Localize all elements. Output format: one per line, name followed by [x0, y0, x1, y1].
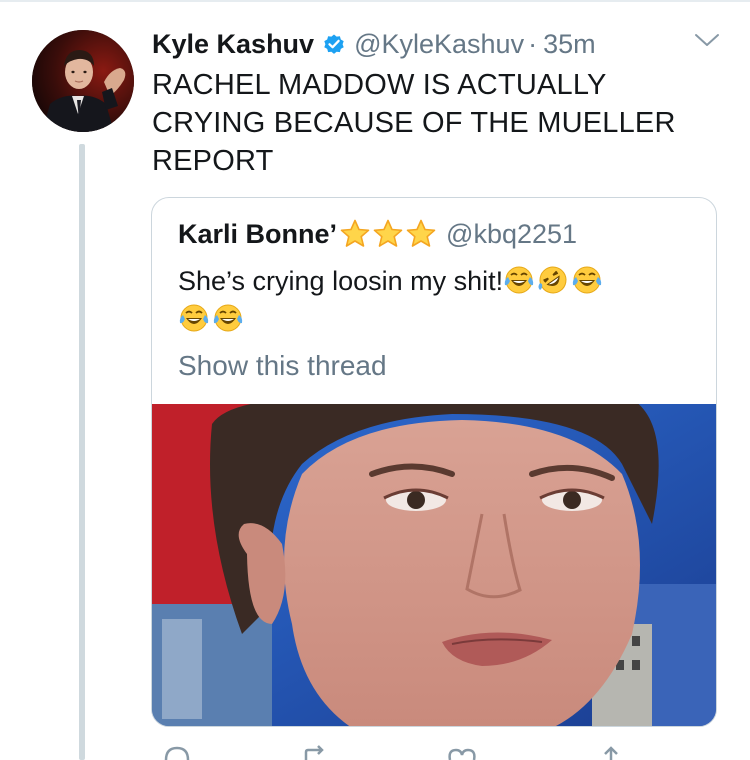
- tweet-text: RACHEL MADDOW IS ACTUALLY CRYING BECAUSE…: [152, 69, 676, 177]
- star-icon: [373, 219, 403, 247]
- timestamp[interactable]: 35m: [543, 29, 596, 60]
- share-icon[interactable]: [596, 742, 626, 760]
- face-with-tears-of-joy-icon: [179, 304, 209, 332]
- thread-connector-line: [79, 144, 85, 760]
- star-icon: [340, 219, 370, 247]
- tweet-actions: [150, 742, 630, 760]
- face-with-tears-of-joy-icon: [213, 304, 243, 332]
- face-with-tears-of-joy-icon: [504, 266, 534, 294]
- handle[interactable]: @KyleKashuv: [354, 29, 524, 60]
- star-emoji-group: [339, 218, 438, 250]
- chevron-down-icon[interactable]: [692, 28, 722, 52]
- quoted-tweet-text: She’s crying loosin my shit!: [178, 262, 698, 338]
- quoted-text-content: She’s crying loosin my shit!: [178, 266, 504, 296]
- retweet-icon[interactable]: [300, 742, 336, 760]
- rolling-on-the-floor-laughing-icon: [538, 266, 567, 294]
- tweet-header: Kyle Kashuv @KyleKashuv · 35m: [152, 24, 596, 64]
- quoted-display-name: Karli Bonne’: [178, 218, 338, 249]
- reply-icon[interactable]: [162, 742, 192, 760]
- quoted-tweet-image[interactable]: [152, 404, 716, 726]
- avatar[interactable]: [32, 30, 134, 132]
- face-with-tears-of-joy-icon: [572, 266, 602, 294]
- quoted-handle: @kbq2251: [446, 218, 578, 249]
- star-icon: [406, 219, 436, 247]
- verified-badge-icon: [322, 32, 346, 56]
- show-thread-link[interactable]: Show this thread: [178, 350, 387, 382]
- like-icon[interactable]: [446, 742, 478, 760]
- separator-dot: ·: [528, 28, 538, 59]
- display-name[interactable]: Kyle Kashuv: [152, 29, 314, 60]
- top-divider: [0, 0, 750, 2]
- quoted-tweet-card[interactable]: Karli Bonne’ @kbq2251 She’s crying loosi…: [151, 197, 717, 727]
- quoted-tweet-header: Karli Bonne’ @kbq2251: [178, 214, 577, 254]
